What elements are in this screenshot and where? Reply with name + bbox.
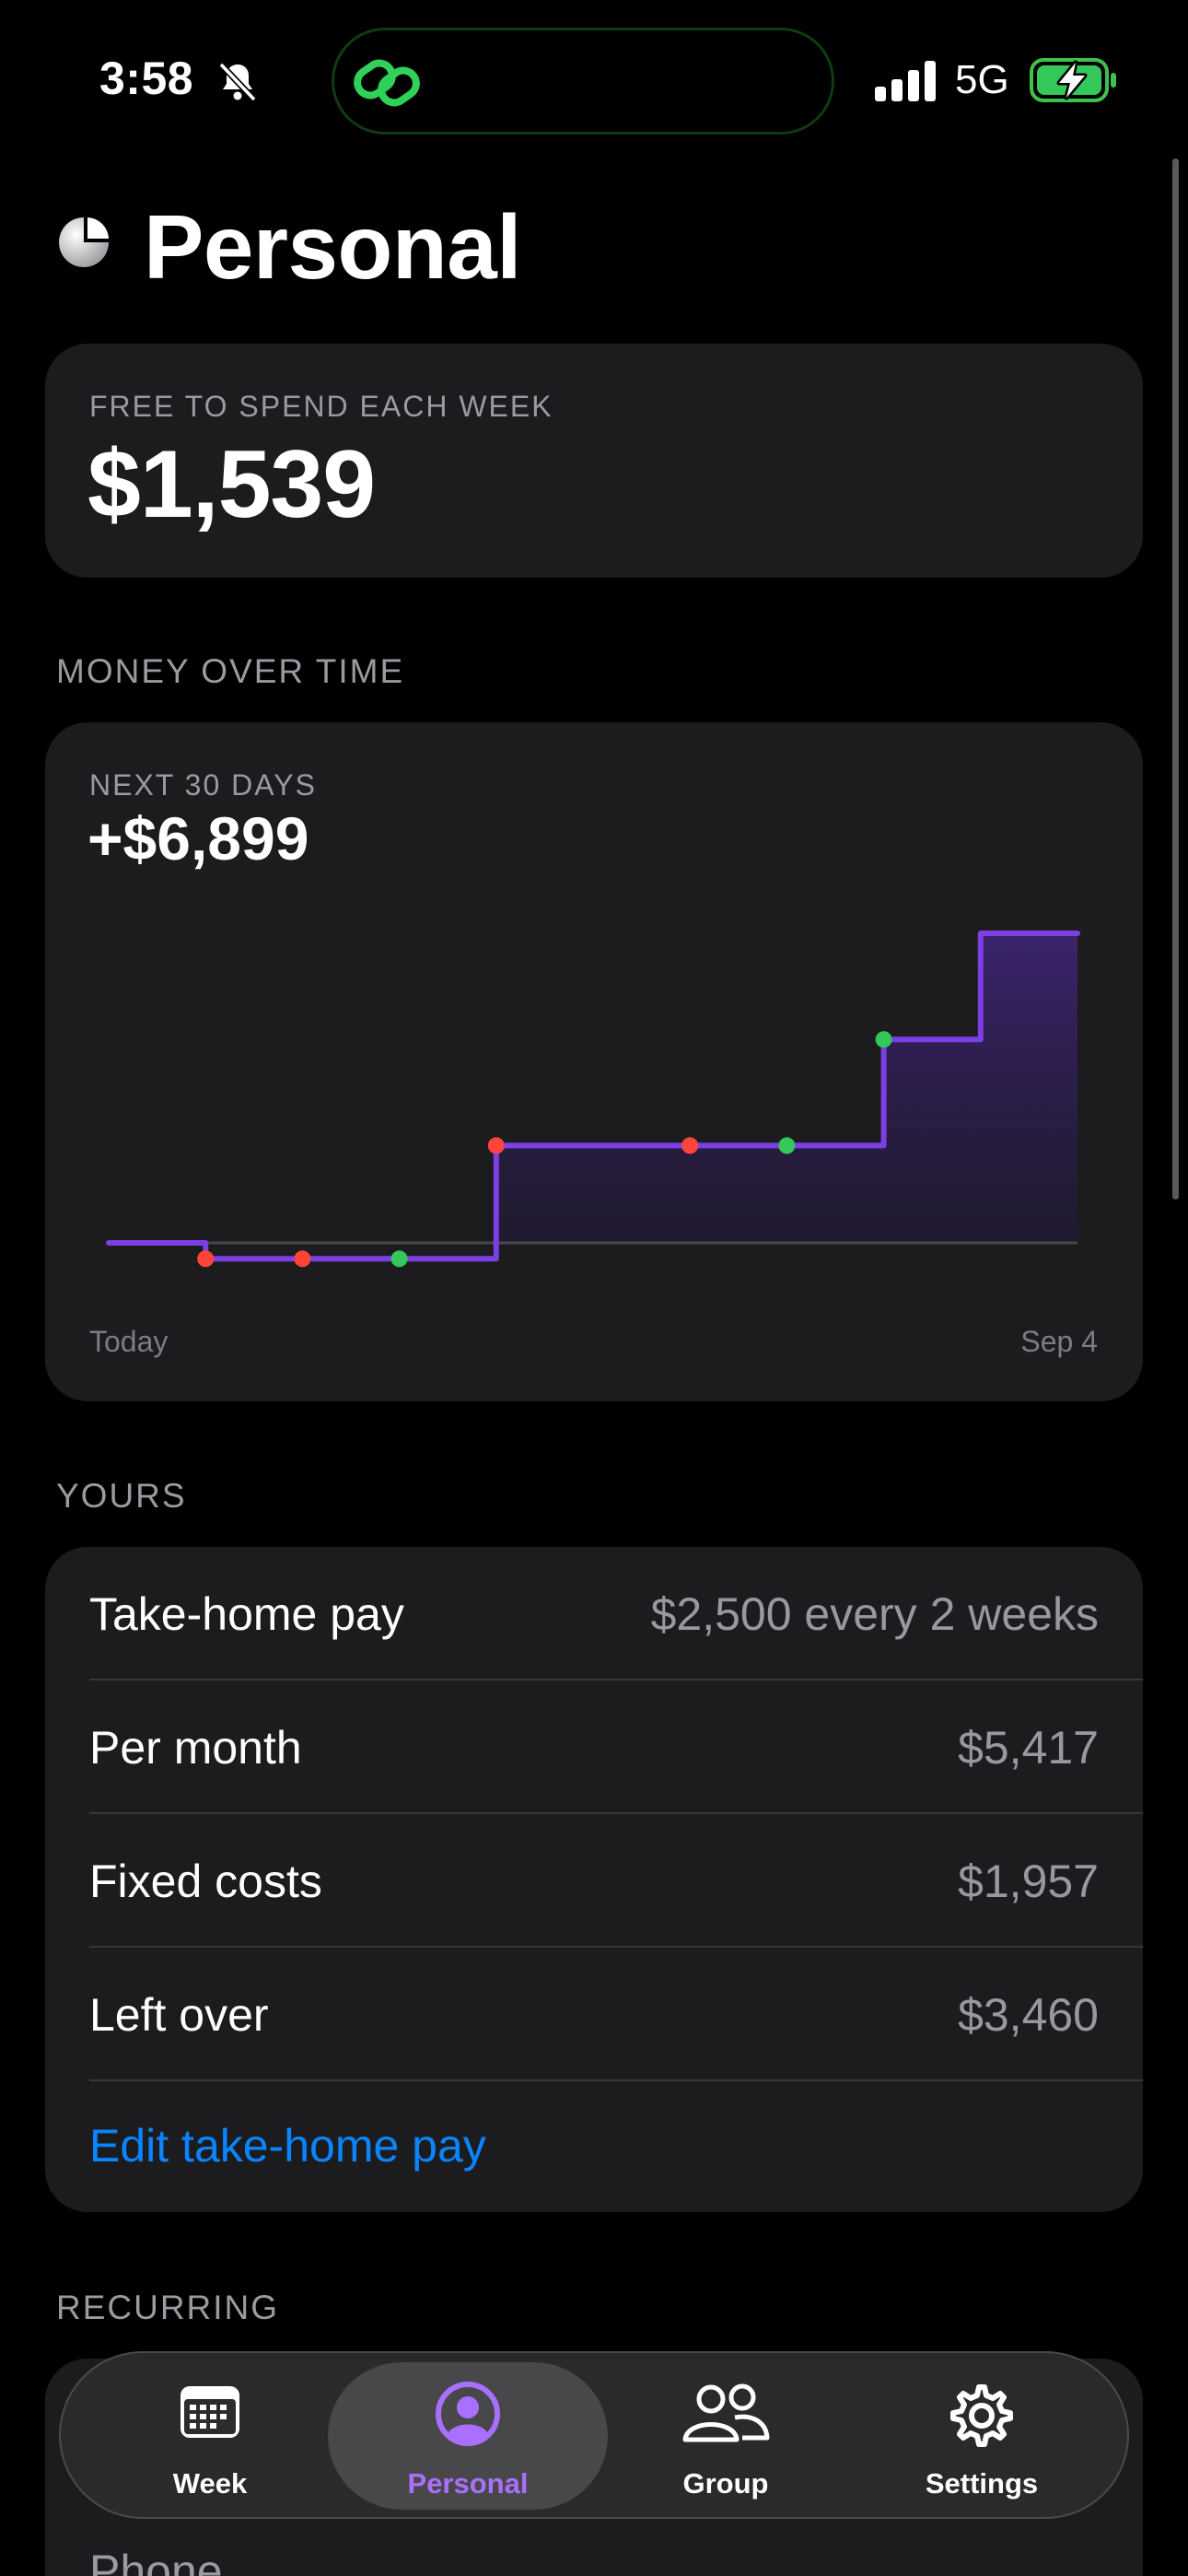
yours-header: YOURS (56, 1477, 187, 1515)
yours-row: Fixed costs $1,957 (45, 1814, 1143, 1948)
row-divider (89, 2079, 1143, 2081)
chart-expense-point (197, 1250, 215, 1268)
tab-bar: Week Personal Group Settings (59, 2351, 1129, 2519)
row-value: $3,460 (958, 1989, 1099, 2041)
person-icon (436, 2382, 500, 2446)
yours-row: Per month $5,417 (45, 1680, 1143, 1814)
tab-personal[interactable]: Personal (348, 2353, 588, 2521)
row-label: Left over (89, 1989, 269, 2041)
recurring-item-label: Phone (89, 2546, 223, 2576)
screen: 3:58 5G Personal FREE TO SPEND EACH WEEK… (0, 0, 1188, 2576)
chart-expense-point (487, 1137, 505, 1154)
chart-expense-point (681, 1137, 699, 1154)
tab-settings[interactable]: Settings (862, 2353, 1101, 2521)
group-icon (682, 2383, 770, 2442)
tab-week-label: Week (172, 2467, 248, 2500)
yours-row[interactable]: Take-home pay $2,500 every 2 weeks (45, 1547, 1143, 1680)
chart-income-point (875, 1031, 892, 1048)
row-value: $5,417 (958, 1722, 1099, 1774)
tab-group[interactable]: Group (606, 2353, 845, 2521)
row-label: Per month (89, 1722, 302, 1774)
chart-end-label: Sep 4 (1020, 1325, 1098, 1358)
chart-start-label: Today (89, 1325, 169, 1358)
gear-icon (950, 2384, 1013, 2447)
row-value: $1,957 (958, 1856, 1099, 1907)
row-label: Take-home pay (89, 1588, 404, 1640)
row-value: $2,500 every 2 weeks (650, 1588, 1099, 1640)
chart-area (109, 933, 1077, 1243)
yours-row: Left over $3,460 (45, 1948, 1143, 2081)
edit-take-home-pay-link[interactable]: Edit take-home pay (89, 2119, 486, 2172)
row-label: Fixed costs (89, 1856, 322, 1907)
recurring-header: RECURRING (56, 2289, 280, 2326)
calendar-icon (181, 2386, 239, 2438)
chart-expense-point (294, 1250, 311, 1268)
money-over-time-chart (106, 931, 1080, 1268)
tab-group-label: Group (682, 2467, 769, 2500)
chart-income-point (778, 1137, 796, 1154)
tab-week[interactable]: Week (90, 2353, 330, 2521)
tab-personal-label: Personal (407, 2467, 529, 2500)
tab-settings-label: Settings (925, 2467, 1039, 2500)
chart-income-point (390, 1250, 408, 1268)
